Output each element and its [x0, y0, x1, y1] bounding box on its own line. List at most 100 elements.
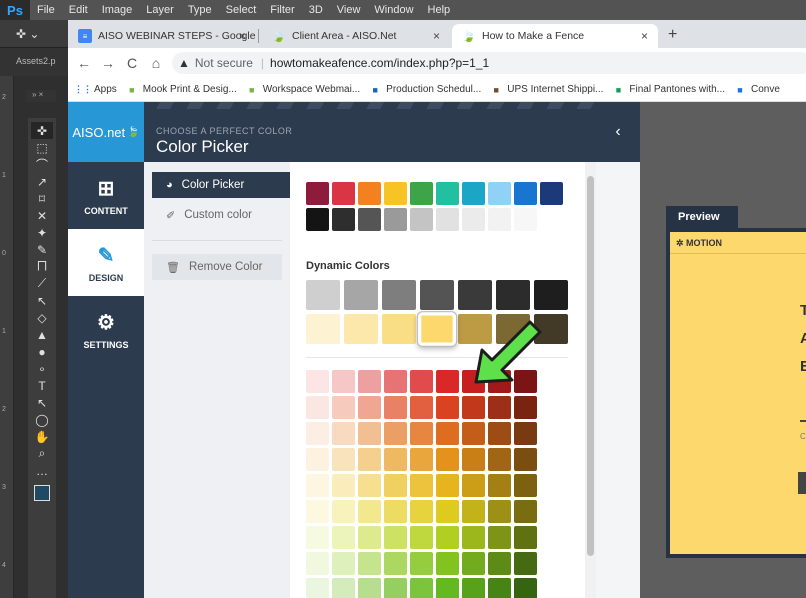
ps-tool-icon[interactable]: ↗: [31, 173, 53, 190]
back-button[interactable]: ←: [72, 55, 96, 71]
dynamic-color-swatch[interactable]: [306, 314, 340, 344]
ps-menu-help[interactable]: Help: [421, 4, 458, 16]
gradient-color-swatch[interactable]: [384, 552, 407, 575]
color-swatch[interactable]: [514, 182, 537, 205]
ps-menu-type[interactable]: Type: [181, 4, 219, 16]
color-swatch[interactable]: [436, 182, 459, 205]
gradient-color-swatch[interactable]: [514, 448, 537, 471]
move-tool-icon[interactable]: ✜ ⌄: [16, 27, 39, 41]
sidebar-item-design[interactable]: ✎ DESIGN: [68, 229, 144, 296]
gradient-color-swatch[interactable]: [332, 500, 355, 523]
gradient-color-swatch[interactable]: [514, 552, 537, 575]
color-swatch[interactable]: [306, 182, 329, 205]
gradient-color-swatch[interactable]: [514, 422, 537, 445]
dynamic-color-swatch[interactable]: [382, 314, 416, 344]
tab-client-area[interactable]: 🍃 Client Area - AISO.Net ×: [262, 24, 450, 48]
toolbar-collapse[interactable]: » ×: [26, 90, 56, 102]
ps-tool-icon[interactable]: ✦: [31, 224, 53, 241]
bookmark-item[interactable]: ■ Production Schedul...: [369, 84, 481, 96]
ps-tool-icon[interactable]: ✕: [31, 207, 53, 224]
ps-tool-icon[interactable]: ⬚: [31, 139, 53, 156]
gradient-color-swatch[interactable]: [358, 370, 381, 393]
gradient-color-swatch[interactable]: [332, 552, 355, 575]
close-tab-icon[interactable]: ×: [239, 29, 246, 43]
dynamic-color-swatch[interactable]: [458, 280, 492, 310]
ps-tool-icon[interactable]: ⌕: [31, 445, 53, 462]
ps-tool-icon[interactable]: …: [31, 462, 53, 479]
gradient-color-swatch[interactable]: [462, 526, 485, 549]
gradient-color-swatch[interactable]: [488, 448, 511, 471]
bookmark-item[interactable]: ⋮⋮ Apps: [74, 84, 117, 96]
ps-menu-filter[interactable]: Filter: [263, 4, 301, 16]
gradient-color-swatch[interactable]: [410, 448, 433, 471]
ps-tool-icon[interactable]: ●: [31, 343, 53, 360]
collapse-panel-button[interactable]: ‹: [596, 102, 640, 162]
gradient-color-swatch[interactable]: [436, 396, 459, 419]
ps-tool-icon[interactable]: ✎: [31, 241, 53, 258]
close-tab-icon[interactable]: ×: [433, 29, 440, 43]
gradient-color-swatch[interactable]: [410, 552, 433, 575]
color-swatch[interactable]: [540, 208, 563, 231]
color-swatch[interactable]: [410, 182, 433, 205]
gradient-color-swatch[interactable]: [358, 448, 381, 471]
gradient-color-swatch[interactable]: [306, 474, 329, 497]
gradient-color-swatch[interactable]: [488, 526, 511, 549]
ps-menu-select[interactable]: Select: [219, 4, 264, 16]
gradient-color-swatch[interactable]: [436, 552, 459, 575]
color-swatch[interactable]: [358, 182, 381, 205]
ps-tool-icon[interactable]: ✋: [31, 428, 53, 445]
gradient-color-swatch[interactable]: [306, 552, 329, 575]
dynamic-color-swatch[interactable]: [420, 280, 454, 310]
tab-preview[interactable]: Preview: [666, 206, 738, 228]
gradient-color-swatch[interactable]: [384, 422, 407, 445]
gradient-color-swatch[interactable]: [306, 448, 329, 471]
new-tab-button[interactable]: +: [668, 26, 677, 44]
gradient-color-swatch[interactable]: [358, 500, 381, 523]
address-bar[interactable]: ▲ Not secure | howtomakeafence.com/index…: [172, 52, 806, 74]
gradient-color-swatch[interactable]: [514, 396, 537, 419]
gradient-color-swatch[interactable]: [332, 370, 355, 393]
gradient-color-swatch[interactable]: [436, 422, 459, 445]
gradient-color-swatch[interactable]: [306, 526, 329, 549]
dynamic-color-swatch[interactable]: [534, 280, 568, 310]
gradient-color-swatch[interactable]: [488, 552, 511, 575]
gradient-color-swatch[interactable]: [358, 396, 381, 419]
remove-color-button[interactable]: 🗑 Remove Color: [152, 254, 282, 280]
sidebar-item-content[interactable]: ⊞ CONTENT: [68, 162, 144, 229]
gradient-color-swatch[interactable]: [384, 448, 407, 471]
not-secure-label[interactable]: Not secure: [195, 56, 253, 70]
ps-tool-icon[interactable]: ◯: [31, 411, 53, 428]
bookmark-item[interactable]: ■ Conve: [734, 84, 780, 96]
ps-tool-icon[interactable]: ⟋: [31, 275, 53, 292]
gradient-color-swatch[interactable]: [410, 526, 433, 549]
color-swatch[interactable]: [410, 208, 433, 231]
color-swatch[interactable]: [332, 182, 355, 205]
gradient-color-swatch[interactable]: [358, 552, 381, 575]
color-swatch[interactable]: [514, 208, 537, 231]
color-swatch[interactable]: [384, 182, 407, 205]
ps-tool-icon[interactable]: ⌑: [31, 190, 53, 207]
home-button[interactable]: ⌂: [144, 55, 168, 71]
gradient-color-swatch[interactable]: [358, 578, 381, 598]
gradient-color-swatch[interactable]: [410, 578, 433, 598]
gradient-color-swatch[interactable]: [436, 526, 459, 549]
gradient-color-swatch[interactable]: [410, 422, 433, 445]
ps-tool-icon[interactable]: ↖: [31, 394, 53, 411]
gradient-color-swatch[interactable]: [306, 422, 329, 445]
gradient-color-swatch[interactable]: [462, 552, 485, 575]
close-tab-icon[interactable]: ×: [641, 29, 648, 43]
gradient-color-swatch[interactable]: [462, 448, 485, 471]
dynamic-color-swatch[interactable]: [382, 280, 416, 310]
gradient-color-swatch[interactable]: [384, 474, 407, 497]
gradient-color-swatch[interactable]: [436, 448, 459, 471]
gradient-color-swatch[interactable]: [358, 474, 381, 497]
document-tab[interactable]: Assets2.p: [0, 48, 68, 76]
color-swatch[interactable]: [488, 208, 511, 231]
gradient-color-swatch[interactable]: [436, 474, 459, 497]
gradient-color-swatch[interactable]: [436, 500, 459, 523]
scroll-thumb[interactable]: [587, 176, 594, 556]
color-swatch[interactable]: [462, 182, 485, 205]
bookmark-item[interactable]: ■ UPS Internet Shippi...: [490, 84, 604, 96]
gradient-color-swatch[interactable]: [410, 500, 433, 523]
gradient-color-swatch[interactable]: [332, 578, 355, 598]
